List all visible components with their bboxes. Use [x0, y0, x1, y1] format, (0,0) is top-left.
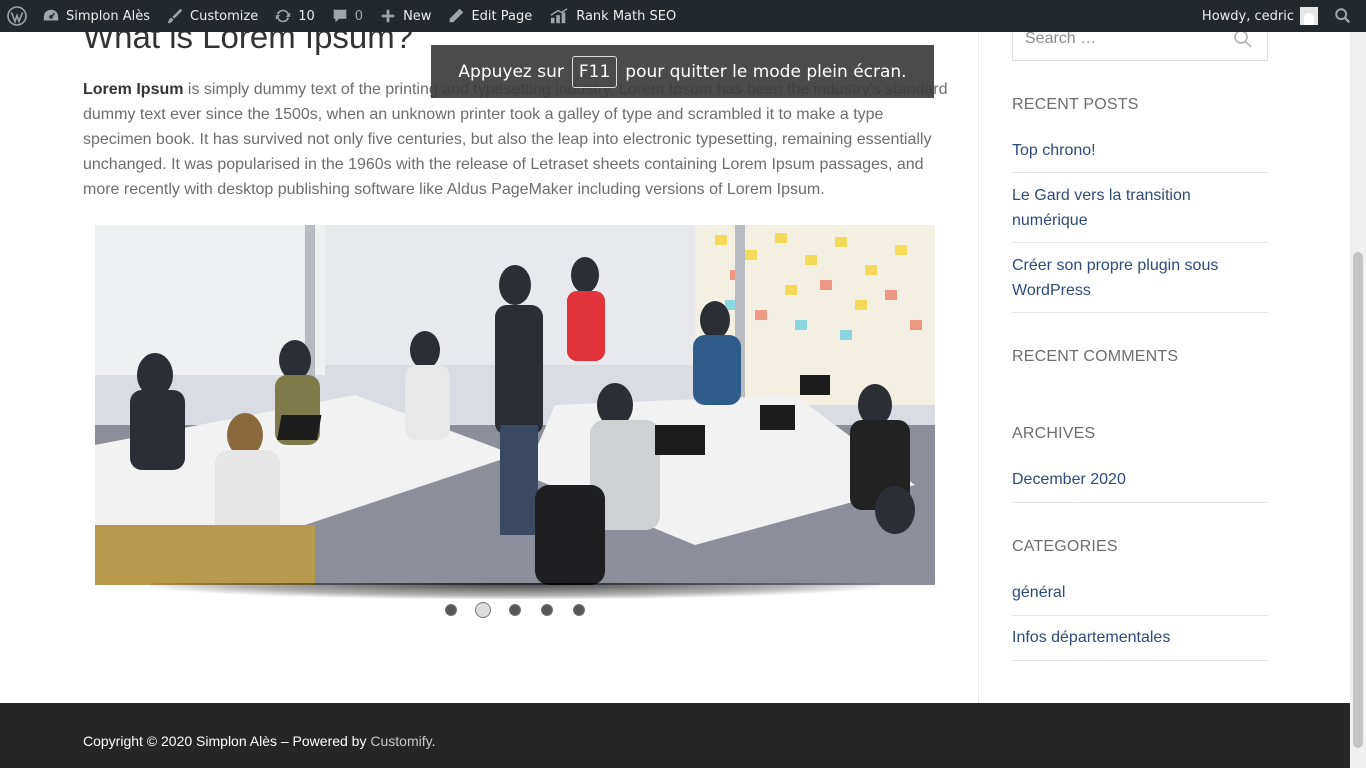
site-name: Simplon Alès [66, 8, 150, 24]
slider-dot[interactable] [541, 604, 553, 616]
page-main: What is Lorem Ipsum? Lorem Ipsum is simp… [0, 0, 1350, 703]
rank-math-icon [550, 8, 568, 24]
plus-icon [381, 9, 395, 23]
howdy-text: Howdy, cedric [1201, 8, 1294, 24]
site-footer: Copyright © 2020 Simplon Alès – Powered … [0, 703, 1350, 768]
site-name-link[interactable]: Simplon Alès [34, 0, 158, 32]
updates-count: 10 [298, 8, 315, 24]
wordpress-menu[interactable] [0, 0, 34, 32]
slider-dot[interactable] [509, 604, 521, 616]
search-placeholder: Search … [1025, 30, 1097, 47]
avatar [1300, 7, 1318, 25]
recent-post-link[interactable]: Créer son propre plugin sous WordPress [1012, 253, 1268, 313]
slider-dot[interactable] [475, 602, 491, 618]
classroom-photo [95, 225, 935, 585]
categories-title: CATEGORIES [1012, 538, 1118, 555]
search-icon [1335, 8, 1351, 24]
recent-post-link[interactable]: Le Gard vers la transition numérique [1012, 183, 1268, 243]
recent-comments-title: RECENT COMMENTS [1012, 348, 1179, 365]
scrollbar-thumb[interactable] [1353, 252, 1363, 748]
copyright-label: Copyright © 2020 Simplon Alès – Powered … [83, 733, 371, 749]
slider-dots [445, 602, 585, 618]
slider-dot[interactable] [573, 604, 585, 616]
rank-math-link[interactable]: Rank Math SEO [540, 0, 684, 32]
updates-link[interactable]: 10 [266, 0, 323, 32]
brush-icon [167, 8, 183, 24]
comments-count: 0 [354, 8, 364, 24]
category-link[interactable]: général [1012, 580, 1268, 616]
fullscreen-notice: Appuyez sur F11 pour quitter le mode ple… [431, 45, 934, 98]
customify-link[interactable]: Customify [370, 733, 431, 749]
comments-link[interactable]: 0 [323, 0, 371, 32]
recent-posts-title: RECENT POSTS [1012, 96, 1139, 113]
my-account-link[interactable]: Howdy, cedric [1194, 0, 1326, 32]
archives-title: ARCHIVES [1012, 425, 1096, 442]
category-link[interactable]: Infos départementales [1012, 625, 1268, 661]
customize-link[interactable]: Customize [158, 0, 266, 32]
copyright-end: . [431, 733, 436, 749]
edit-page-link[interactable]: Edit Page [439, 0, 540, 32]
fullscreen-notice-before: Appuyez sur [458, 61, 564, 82]
comments-icon [333, 9, 347, 23]
content-column: What is Lorem Ipsum? Lorem Ipsum is simp… [0, 0, 979, 703]
page-scrollbar[interactable] [1350, 0, 1366, 768]
pencil-icon [450, 8, 464, 23]
updates-icon [276, 9, 291, 23]
dashboard-icon [43, 9, 59, 21]
customize-label: Customize [190, 8, 259, 24]
new-content-link[interactable]: New [371, 0, 439, 32]
new-label: New [403, 8, 432, 24]
fullscreen-notice-after: pour quitter le mode plein écran. [625, 61, 907, 82]
copyright-text: Copyright © 2020 Simplon Alès – Powered … [83, 733, 435, 749]
edit-page-label: Edit Page [471, 8, 533, 24]
slider-dot[interactable] [445, 604, 457, 616]
search-icon[interactable] [1233, 29, 1253, 49]
archive-link[interactable]: December 2020 [1012, 467, 1268, 503]
rank-math-label: Rank Math SEO [576, 8, 677, 24]
slider-shadow [150, 583, 880, 599]
f11-key: F11 [571, 55, 618, 88]
slider-image[interactable] [95, 225, 935, 585]
post-body-text: is simply dummy text of the printing and… [83, 81, 948, 198]
admin-search[interactable] [1326, 0, 1366, 32]
recent-post-link[interactable]: Top chrono! [1012, 138, 1268, 173]
post-body-bold: Lorem Ipsum [83, 81, 184, 98]
wordpress-logo-icon [7, 6, 27, 26]
admin-bar: Simplon Alès Customize 10 0 New Edit Pag… [0, 0, 1366, 32]
